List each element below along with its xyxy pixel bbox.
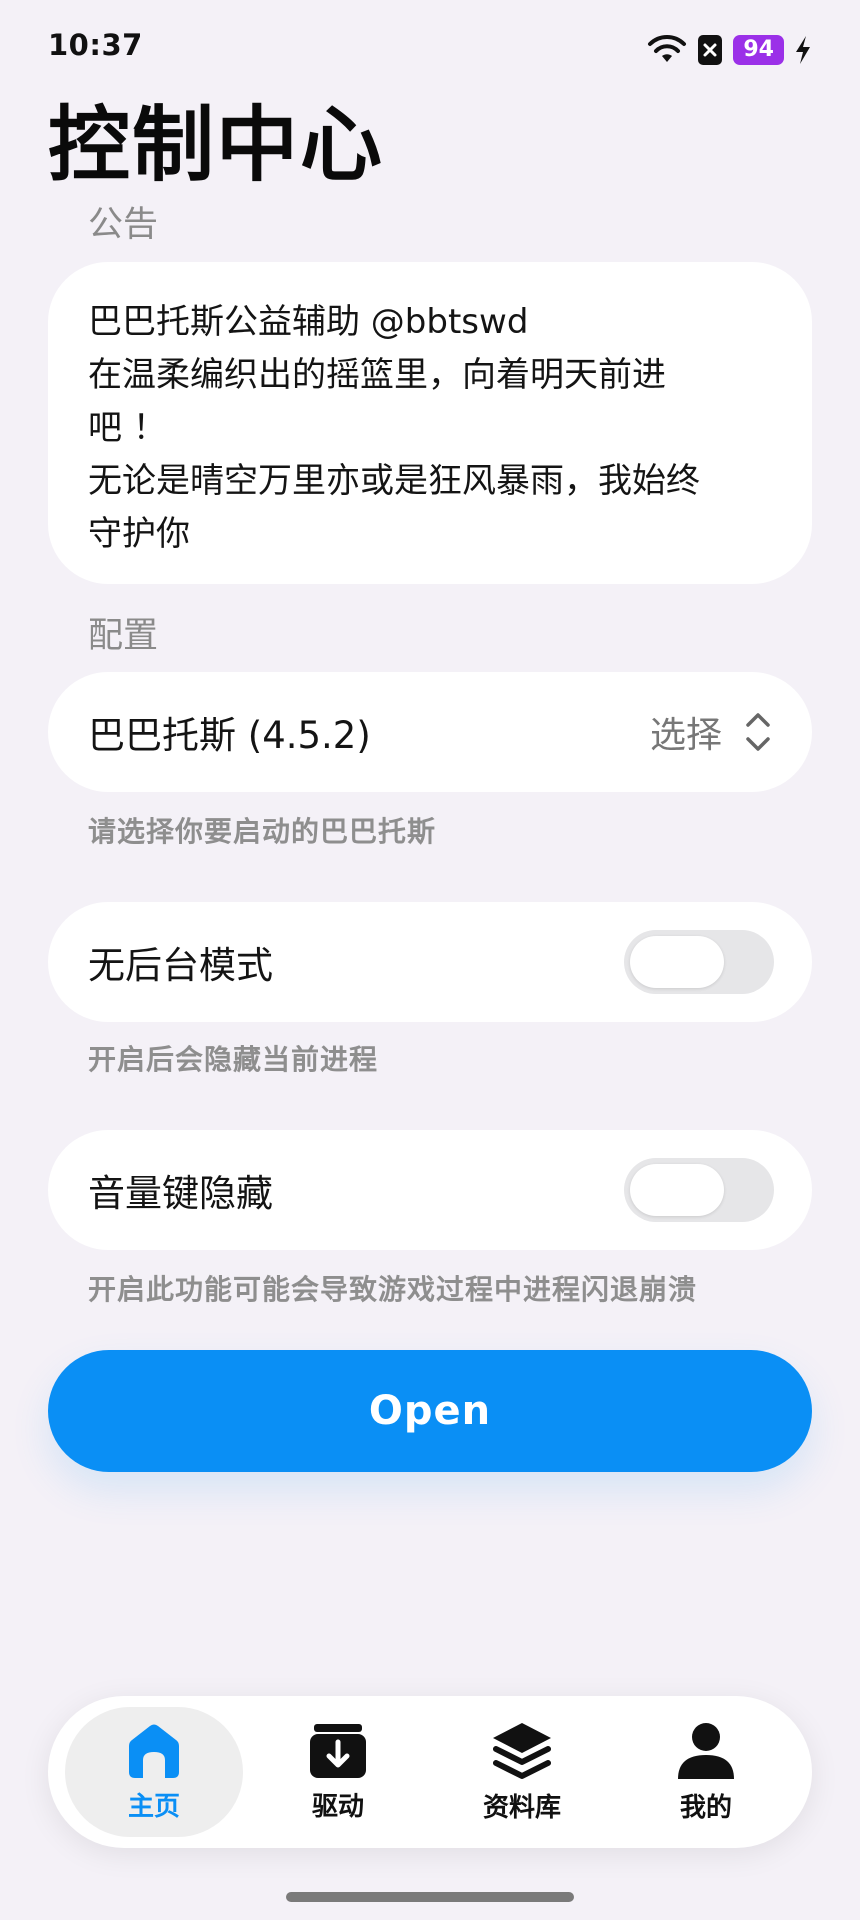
no-background-mode-toggle[interactable] xyxy=(624,930,774,994)
volume-key-hide-hint: 开启此功能可能会导致游戏过程中进程闪退崩溃 xyxy=(88,1273,698,1306)
home-icon xyxy=(123,1722,185,1780)
charging-bolt-icon xyxy=(794,35,812,65)
notice-line: 无论是晴空万里亦或是狂风暴雨，我始终 xyxy=(88,461,700,501)
battery-level: 94 xyxy=(733,35,784,65)
notice-card: 巴巴托斯公益辅助 @bbtswd 在温柔编织出的摇篮里，向着明天前进 吧 ！ 无… xyxy=(48,262,812,584)
no-background-mode-row: 无后台模式 xyxy=(48,902,812,1022)
nav-label: 主页 xyxy=(127,1791,180,1822)
nav-item-driver[interactable]: 驱动 xyxy=(249,1707,427,1837)
no-background-mode-hint: 开启后会隐藏当前进程 xyxy=(88,1043,379,1076)
volume-key-hide-toggle[interactable] xyxy=(624,1158,774,1222)
config-selected-value: 巴巴托斯 (4.5.2) xyxy=(88,714,371,757)
open-button[interactable]: Open xyxy=(48,1350,812,1472)
notice-line: 守护你 xyxy=(88,514,190,554)
bottom-nav: 主页 驱动 资料库 我的 xyxy=(48,1696,812,1848)
status-bar: 10:37 94 xyxy=(0,0,860,100)
volume-key-hide-row: 音量键隐藏 xyxy=(48,1130,812,1250)
volume-key-hide-label: 音量键隐藏 xyxy=(88,1172,273,1215)
layers-icon xyxy=(490,1721,554,1781)
nav-item-profile[interactable]: 我的 xyxy=(617,1707,795,1837)
no-background-mode-label: 无后台模式 xyxy=(88,944,273,987)
toggle-knob xyxy=(630,1164,724,1216)
notice-line: 巴巴托斯公益辅助 @bbtswd xyxy=(88,302,529,342)
notice-line: 在温柔编织出的摇篮里，向着明天前进 xyxy=(88,355,666,395)
status-icons: 94 xyxy=(647,30,812,70)
toggle-knob xyxy=(630,936,724,988)
nav-item-home[interactable]: 主页 xyxy=(65,1707,243,1837)
nav-label: 驱动 xyxy=(311,1791,364,1822)
status-time: 10:37 xyxy=(48,28,143,62)
config-section-label: 配置 xyxy=(88,616,159,656)
download-box-icon xyxy=(308,1722,368,1780)
config-hint: 请选择你要启动的巴巴托斯 xyxy=(88,815,437,848)
home-indicator[interactable] xyxy=(286,1892,574,1902)
user-icon xyxy=(676,1721,736,1781)
x-badge-icon xyxy=(697,34,723,66)
nav-label: 资料库 xyxy=(482,1792,561,1823)
notice-section-label: 公告 xyxy=(88,205,159,245)
select-label[interactable]: 选择 xyxy=(650,706,722,758)
notice-line: 吧 ！ xyxy=(88,408,167,448)
chevron-up-down-icon xyxy=(742,708,774,756)
nav-item-library[interactable]: 资料库 xyxy=(433,1707,611,1837)
nav-label: 我的 xyxy=(679,1792,732,1823)
config-select-row[interactable]: 巴巴托斯 (4.5.2) 选择 xyxy=(48,672,812,792)
wifi-icon xyxy=(647,34,687,66)
page-title: 控制中心 xyxy=(48,98,385,193)
